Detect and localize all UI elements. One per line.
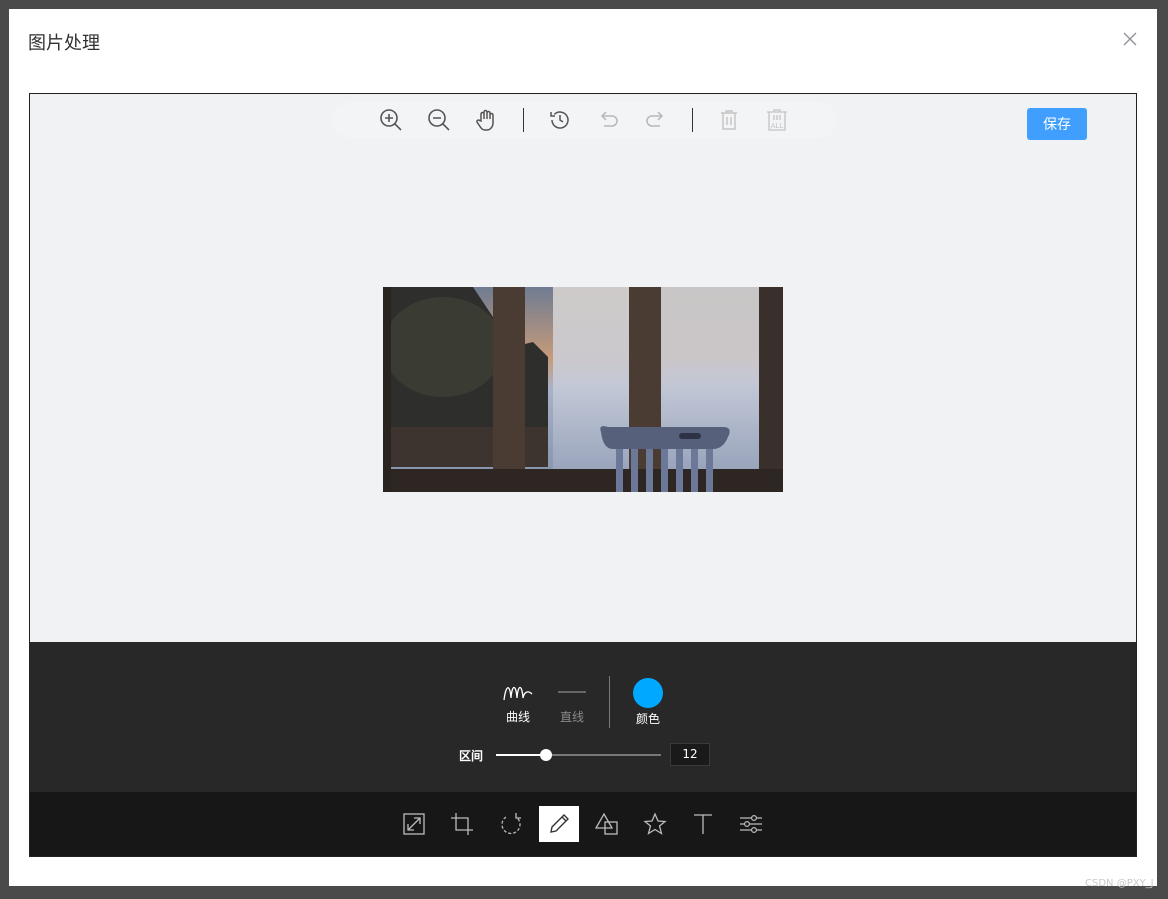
text-icon[interactable] (683, 806, 723, 842)
history-icon[interactable] (536, 102, 584, 138)
save-button[interactable]: 保存 (1027, 108, 1087, 140)
zoom-in-icon[interactable] (367, 102, 415, 138)
image-editor-dialog: 图片处理 ALL 保存 曲线 直线 颜色 区间 12 (9, 9, 1157, 886)
svg-text:ALL: ALL (771, 122, 784, 130)
delete-icon[interactable] (705, 102, 753, 138)
watermark: CSDN @PXY_J (1085, 878, 1154, 889)
color-swatch[interactable] (633, 678, 663, 708)
toolbar-divider (692, 108, 693, 132)
line-option[interactable]: 直线 (556, 680, 588, 725)
curve-label: 曲线 (505, 710, 530, 724)
curve-icon (503, 686, 533, 701)
zoom-out-icon[interactable] (415, 102, 463, 138)
range-value-input[interactable]: 12 (670, 743, 710, 766)
image-editor: ALL 保存 曲线 直线 颜色 区间 12 (29, 93, 1137, 857)
editing-image (383, 287, 783, 492)
curve-option[interactable]: 曲线 (502, 680, 534, 725)
hand-icon[interactable] (463, 102, 511, 138)
canvas-area: ALL 保存 (30, 94, 1136, 642)
slider-thumb[interactable] (539, 749, 552, 761)
bottom-toolbar (30, 792, 1136, 856)
color-label: 颜色 (635, 712, 660, 726)
top-toolbar: ALL (332, 102, 837, 138)
filter-icon[interactable] (731, 806, 771, 842)
rotate-icon[interactable] (491, 806, 531, 842)
dialog-title: 图片处理 (28, 33, 100, 54)
draw-icon[interactable] (539, 806, 579, 842)
range-slider[interactable] (496, 749, 661, 761)
redo-icon[interactable] (632, 102, 680, 138)
line-label: 直线 (559, 710, 584, 724)
close-icon[interactable] (1122, 31, 1138, 47)
slider-fill (496, 754, 546, 756)
draw-options-panel: 曲线 直线 颜色 区间 12 (30, 642, 1136, 792)
panel-divider (609, 676, 610, 728)
line-icon (558, 691, 586, 693)
crop-icon[interactable] (442, 806, 482, 842)
shape-icon[interactable] (587, 806, 627, 842)
toolbar-divider (523, 108, 524, 132)
resize-icon[interactable] (394, 806, 434, 842)
undo-icon[interactable] (584, 102, 632, 138)
color-option[interactable]: 颜色 (633, 678, 663, 727)
delete-all-icon[interactable]: ALL (753, 102, 801, 138)
star-icon[interactable] (635, 806, 675, 842)
range-label: 区间 (459, 749, 484, 763)
